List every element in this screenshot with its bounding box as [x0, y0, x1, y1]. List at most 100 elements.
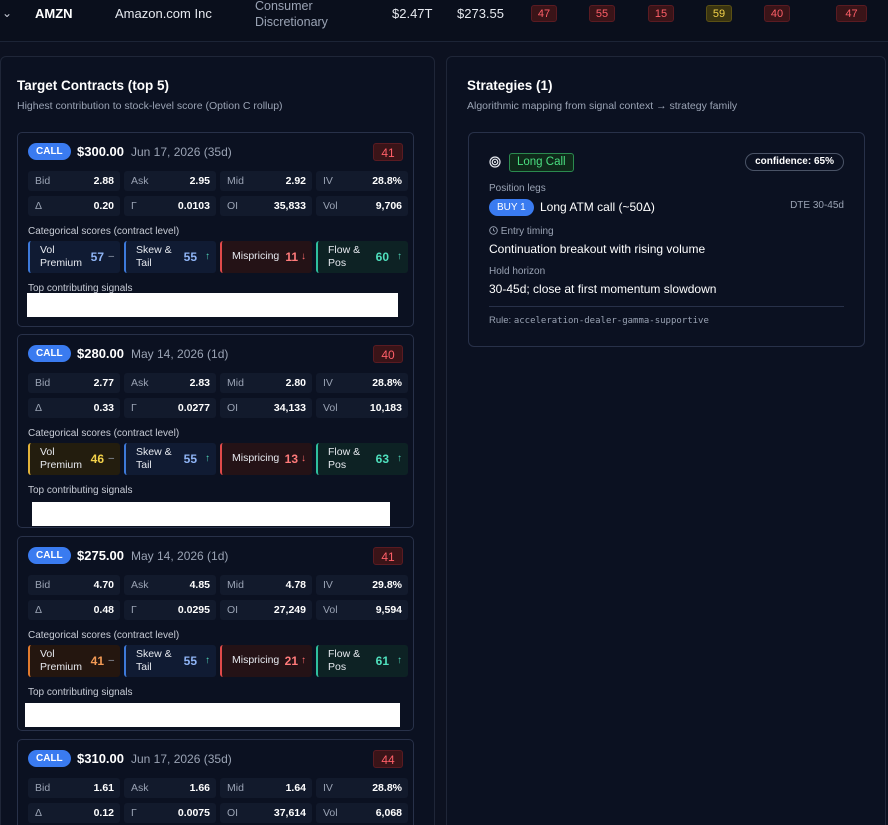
- market-cap: $2.47T: [392, 6, 433, 21]
- contract-score: 44: [373, 750, 403, 768]
- option-type-badge: CALL: [28, 345, 71, 362]
- metric-oi: OI 34,133: [220, 398, 312, 418]
- metric-gamma: Γ 0.0103: [124, 196, 216, 216]
- contract-card[interactable]: CALL $280.00 May 14, 2026 (1d) 40 Bid 2.77 Ask…: [17, 334, 414, 528]
- metric-gamma: Γ 0.0295: [124, 600, 216, 620]
- strike-price: $300.00: [77, 144, 124, 159]
- contract-score: 40: [373, 345, 403, 363]
- flow-pos-score: Flow & Pos 63 ↑: [316, 443, 408, 475]
- flow-pos-score: Flow & Pos 60 ↑: [316, 241, 408, 273]
- metric-vol: Vol 9,706: [316, 196, 408, 216]
- metric-delta: Δ 0.12: [28, 803, 120, 823]
- option-type-badge: CALL: [28, 547, 71, 564]
- metric-delta: Δ 0.20: [28, 196, 120, 216]
- mispricing-score: Mispricing 13 ↓: [220, 443, 312, 475]
- ticker-row[interactable]: ⌄ AMZN Amazon.com Inc Consumer Discretio…: [0, 0, 888, 42]
- strategy-name-badge: Long Call: [509, 153, 574, 172]
- panel-title: Target Contracts (top 5): [17, 78, 170, 93]
- score-badge: 15: [648, 5, 674, 22]
- signals-label: Top contributing signals: [28, 687, 133, 698]
- contract-card[interactable]: CALL $310.00 Jun 17, 2026 (35d) 44 Bid 1.61 As…: [17, 739, 414, 825]
- option-type-badge: CALL: [28, 143, 71, 160]
- clock-icon: [489, 226, 498, 235]
- metric-delta: Δ 0.33: [28, 398, 120, 418]
- score-badge: 55: [589, 5, 615, 22]
- hold-horizon-label: Hold horizon: [489, 266, 546, 277]
- confidence-badge: confidence: 65%: [745, 153, 844, 171]
- contract-card[interactable]: CALL $300.00 Jun 17, 2026 (35d) 41 Bid 2.88 As…: [17, 132, 414, 327]
- metric-iv: IV 28.8%: [316, 171, 408, 191]
- leg-action-badge: BUY 1: [489, 199, 534, 216]
- option-type-badge: CALL: [28, 750, 71, 767]
- metric-ask: Ask 2.95: [124, 171, 216, 191]
- chevron-down-icon[interactable]: ⌄: [2, 6, 12, 20]
- contract-score: 41: [373, 547, 403, 565]
- mispricing-score: Mispricing 21 ↑: [220, 645, 312, 677]
- strike-price: $280.00: [77, 346, 124, 361]
- leg-description: Long ATM call (~50Δ): [540, 200, 655, 214]
- dte-range: DTE 30-45d: [790, 200, 844, 211]
- metric-iv: IV 28.8%: [316, 373, 408, 393]
- metric-bid: Bid 4.70: [28, 575, 120, 595]
- expiry-date: May 14, 2026 (1d): [131, 549, 229, 563]
- categorical-scores-label: Categorical scores (contract level): [28, 630, 180, 641]
- skew-tail-score: Skew & Tail 55 ↑: [124, 443, 216, 475]
- metric-ask: Ask 2.83: [124, 373, 216, 393]
- skew-tail-score: Skew & Tail 55 ↑: [124, 241, 216, 273]
- metric-iv: IV 28.8%: [316, 778, 408, 798]
- metric-gamma: Γ 0.0277: [124, 398, 216, 418]
- flow-pos-score: Flow & Pos 61 ↑: [316, 645, 408, 677]
- vol-premium-score: Vol Premium 46 –: [28, 443, 120, 475]
- signals-placeholder: [32, 502, 390, 526]
- panel-subtitle: Algorithmic mapping from signal context …: [467, 100, 738, 112]
- metric-bid: Bid 2.88: [28, 171, 120, 191]
- hold-horizon-value: 30-45d; close at first momentum slowdown: [489, 282, 717, 296]
- metric-oi: OI 35,833: [220, 196, 312, 216]
- expiry-date: Jun 17, 2026 (35d): [131, 145, 232, 159]
- vol-premium-score: Vol Premium 57 –: [28, 241, 120, 273]
- metric-mid: Mid 1.64: [220, 778, 312, 798]
- signals-label: Top contributing signals: [28, 485, 133, 496]
- metric-oi: OI 27,249: [220, 600, 312, 620]
- panel-title: Strategies (1): [467, 78, 553, 93]
- score-badge: 40: [764, 5, 790, 22]
- metric-delta: Δ 0.48: [28, 600, 120, 620]
- metric-ask: Ask 1.66: [124, 778, 216, 798]
- score-badge: 47: [531, 5, 557, 22]
- divider: [489, 306, 844, 307]
- expiry-date: Jun 17, 2026 (35d): [131, 752, 232, 766]
- strike-price: $310.00: [77, 751, 124, 766]
- metric-vol: Vol 6,068: [316, 803, 408, 823]
- entry-timing-value: Continuation breakout with rising volume: [489, 242, 706, 256]
- strategy-card[interactable]: Long Call confidence: 65% Position legs …: [468, 132, 865, 347]
- signals-placeholder: [27, 293, 398, 317]
- target-icon: [489, 156, 501, 168]
- sector: Consumer Discretionary: [255, 0, 328, 29]
- signals-placeholder: [25, 703, 400, 727]
- skew-tail-score: Skew & Tail 55 ↑: [124, 645, 216, 677]
- panel-subtitle: Highest contribution to stock-level scor…: [17, 100, 283, 112]
- mispricing-score: Mispricing 11 ↓: [220, 241, 312, 273]
- ticker-symbol: AMZN: [35, 6, 73, 21]
- company-name: Amazon.com Inc: [115, 6, 212, 21]
- contract-card[interactable]: CALL $275.00 May 14, 2026 (1d) 41 Bid 4.70 Ask…: [17, 536, 414, 731]
- metric-iv: IV 29.8%: [316, 575, 408, 595]
- metric-mid: Mid 2.92: [220, 171, 312, 191]
- metric-oi: OI 37,614: [220, 803, 312, 823]
- metric-bid: Bid 2.77: [28, 373, 120, 393]
- price: $273.55: [457, 6, 504, 21]
- metric-mid: Mid 2.80: [220, 373, 312, 393]
- expiry-date: May 14, 2026 (1d): [131, 347, 229, 361]
- position-legs-label: Position legs: [489, 183, 546, 194]
- strategy-rule: Rule: acceleration-dealer-gamma-supporti…: [489, 315, 709, 326]
- score-badge: 47: [836, 5, 867, 22]
- entry-timing-label: Entry timing: [489, 226, 554, 237]
- vol-premium-score: Vol Premium 41 –: [28, 645, 120, 677]
- metric-gamma: Γ 0.0075: [124, 803, 216, 823]
- metric-mid: Mid 4.78: [220, 575, 312, 595]
- strike-price: $275.00: [77, 548, 124, 563]
- contract-score: 41: [373, 143, 403, 161]
- categorical-scores-label: Categorical scores (contract level): [28, 428, 180, 439]
- metric-vol: Vol 10,183: [316, 398, 408, 418]
- metric-vol: Vol 9,594: [316, 600, 408, 620]
